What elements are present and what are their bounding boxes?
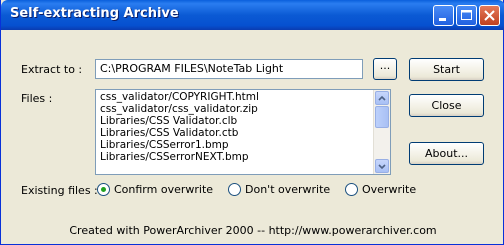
list-item[interactable]: css_validator/COPYRIGHT.html — [100, 91, 259, 103]
files-list[interactable]: css_validator/COPYRIGHT.html css_validat… — [95, 89, 391, 175]
about-button[interactable]: About... — [409, 142, 484, 165]
list-item[interactable]: Libraries/CSS Validator.clb — [100, 115, 259, 127]
minimize-icon — [439, 18, 446, 21]
chevron-up-icon — [378, 95, 386, 101]
extract-path-input[interactable]: C:\PROGRAM FILES\NoteTab Light — [95, 59, 363, 79]
title-bar[interactable]: Self-extracting Archive — [1, 0, 504, 30]
extract-to-label: Extract to : — [21, 63, 83, 76]
scroll-up-button[interactable] — [375, 91, 389, 105]
list-item[interactable]: Libraries/CSSerrorNEXT.bmp — [100, 151, 259, 163]
list-item[interactable]: Libraries/CSS Validator.ctb — [100, 127, 259, 139]
start-button[interactable]: Start — [409, 58, 484, 81]
close-button[interactable]: Close — [409, 94, 484, 117]
window-title: Self-extracting Archive — [10, 6, 179, 21]
self-extract-window: Self-extracting Archive Extract to : C:\… — [0, 0, 504, 245]
radio-label-confirm-overwrite[interactable]: Confirm overwrite — [114, 183, 213, 196]
chevron-down-icon — [378, 164, 386, 170]
files-scrollbar[interactable] — [373, 90, 390, 174]
radio-overwrite[interactable] — [345, 183, 358, 196]
file-items: css_validator/COPYRIGHT.html css_validat… — [100, 91, 259, 163]
close-icon — [484, 10, 495, 21]
list-item[interactable]: css_validator/css_validator.zip — [100, 103, 259, 115]
scroll-thumb[interactable] — [375, 106, 389, 128]
minimize-button[interactable] — [433, 5, 454, 26]
footer-credit: Created with PowerArchiver 2000 -- http:… — [69, 224, 437, 237]
radio-label-overwrite[interactable]: Overwrite — [362, 183, 416, 196]
browse-button[interactable]: ... — [373, 58, 397, 80]
radio-confirm-overwrite[interactable] — [97, 183, 110, 196]
existing-files-label: Existing files : — [21, 184, 98, 197]
maximize-button[interactable] — [456, 5, 477, 26]
radio-label-dont-overwrite[interactable]: Don't overwrite — [245, 183, 330, 196]
radio-dont-overwrite[interactable] — [228, 183, 241, 196]
maximize-icon — [461, 10, 472, 20]
scroll-down-button[interactable] — [375, 159, 389, 173]
files-label: Files : — [21, 92, 53, 105]
list-item[interactable]: Libraries/CSSerror1.bmp — [100, 139, 259, 151]
close-window-button[interactable] — [479, 5, 500, 26]
